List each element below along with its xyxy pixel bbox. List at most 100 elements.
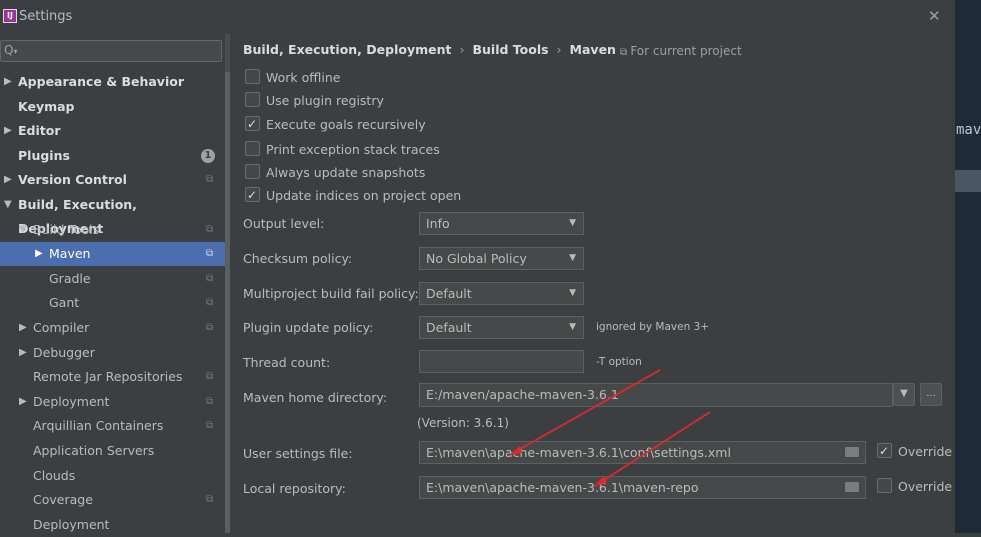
- maven-home-dropdown-button[interactable]: ▼: [893, 383, 915, 406]
- tree-item[interactable]: ▶ Version Control ⧉: [0, 168, 225, 192]
- breadcrumb-separator: ›: [459, 42, 465, 57]
- tree-item[interactable]: ▶ Appearance & Behavior: [0, 70, 225, 94]
- thread-count-label: Thread count:: [243, 355, 331, 370]
- breadcrumb-item: Maven: [569, 42, 616, 57]
- print-exception-stack-traces-checkbox[interactable]: Print exception stack traces: [245, 140, 440, 160]
- user-settings-override-checkbox[interactable]: Override: [877, 441, 952, 462]
- tree-item-label: Editor: [18, 123, 61, 139]
- tree-item[interactable]: Gant ⧉: [0, 291, 225, 315]
- app-icon: IJ: [3, 9, 17, 23]
- collapse-arrow-icon[interactable]: ▶: [4, 119, 12, 143]
- maven-home-label: Maven home directory:: [243, 390, 388, 405]
- checkbox-box[interactable]: [245, 141, 260, 156]
- tree-item[interactable]: ▶ Compiler ⧉: [0, 316, 225, 340]
- collapse-arrow-icon[interactable]: ▶: [19, 341, 27, 365]
- checkbox-box[interactable]: [245, 114, 260, 134]
- settings-sidebar: Q▾ ▶ Appearance & Behavior Keymap ▶ Editor Pl…: [0, 34, 225, 533]
- tree-item-label: Maven: [49, 246, 91, 262]
- background-window-strip: mav: [955, 0, 981, 533]
- checkbox-label: Work offline: [266, 70, 341, 85]
- tree-item-label: Gradle: [49, 270, 91, 286]
- local-repository-override-checkbox[interactable]: Override: [877, 477, 952, 497]
- checksum-policy-select[interactable]: No Global Policy ▼: [419, 247, 584, 270]
- user-settings-input[interactable]: E:\maven\apache-maven-3.6.1\conf\setting…: [419, 441, 866, 464]
- multiproject-policy-label: Multiproject build fail policy:: [243, 286, 419, 301]
- tree-item-label: Build Tools: [33, 221, 100, 237]
- chevron-down-icon: ▼: [569, 218, 576, 228]
- tree-item-label: Coverage: [33, 492, 93, 508]
- browse-button[interactable]: ...: [920, 383, 942, 406]
- collapse-arrow-icon[interactable]: ▶: [4, 168, 12, 192]
- checkbox-box[interactable]: [245, 164, 260, 179]
- input-value: E:\maven\apache-maven-3.6.1\maven-repo: [426, 480, 699, 495]
- collapse-arrow-icon[interactable]: ▶: [19, 390, 27, 414]
- tree-item-label: Keymap: [18, 98, 75, 114]
- tree-item-label: Deployment: [33, 393, 110, 409]
- checkbox-label: Update indices on project open: [266, 188, 462, 203]
- tree-item-label: Deployment: [33, 516, 110, 532]
- tree-item-label: Debugger: [33, 344, 95, 360]
- tree-item[interactable]: Arquillian Containers ⧉: [0, 414, 225, 438]
- tree-item[interactable]: Keymap: [0, 95, 225, 119]
- close-icon[interactable]: ✕: [928, 7, 941, 25]
- breadcrumb-item: Build Tools: [472, 42, 549, 57]
- tree-item[interactable]: ▶ Maven ⧉: [0, 242, 225, 267]
- maven-home-input[interactable]: E:/maven/apache-maven-3.6.1: [419, 383, 893, 407]
- folder-icon[interactable]: [845, 447, 859, 457]
- collapse-arrow-icon[interactable]: ▶: [19, 316, 27, 340]
- expand-arrow-icon[interactable]: ▼: [4, 193, 12, 217]
- tree-item[interactable]: ▶ Editor: [0, 119, 225, 143]
- tree-item-label: Clouds: [33, 467, 76, 483]
- tree-item[interactable]: Coverage ⧉: [0, 488, 225, 512]
- project-scope-icon: ⧉: [206, 322, 214, 333]
- checkbox-label: Always update snapshots: [266, 165, 426, 180]
- tree-item[interactable]: ▶ Debugger: [0, 341, 225, 365]
- chevron-down-icon: ▼: [569, 253, 576, 263]
- project-scope-icon: ⧉: [206, 223, 214, 235]
- local-repository-label: Local repository:: [243, 481, 346, 496]
- checkbox-box[interactable]: [245, 69, 260, 84]
- project-scope-icon: ⧉: [206, 174, 214, 186]
- checkbox-box[interactable]: [245, 92, 260, 107]
- expand-arrow-icon[interactable]: ▼: [19, 218, 27, 242]
- tree-item[interactable]: Application Servers: [0, 439, 225, 463]
- output-level-label: Output level:: [243, 216, 325, 231]
- checkbox-box[interactable]: [245, 185, 260, 205]
- project-scope-icon: ⧉: [206, 371, 214, 383]
- checkbox-label: Execute goals recursively: [266, 117, 426, 132]
- project-scope-icon: ⧉: [206, 272, 214, 284]
- tree-item[interactable]: ▶ Deployment ⧉: [0, 390, 225, 414]
- update-indices-checkbox[interactable]: Update indices on project open: [245, 185, 462, 206]
- work-offline-checkbox[interactable]: Work offline: [245, 68, 340, 88]
- search-input[interactable]: Q▾: [0, 40, 222, 62]
- title-bar: IJ Settings ✕: [0, 0, 955, 34]
- tree-item[interactable]: Remote Jar Repositories ⧉: [0, 365, 225, 389]
- multiproject-policy-select[interactable]: Default ▼: [419, 282, 584, 305]
- checkbox-box[interactable]: [877, 478, 892, 493]
- tree-item[interactable]: Gradle ⧉: [0, 267, 225, 291]
- local-repository-input[interactable]: E:\maven\apache-maven-3.6.1\maven-repo: [419, 476, 866, 499]
- tree-item[interactable]: Clouds: [0, 464, 225, 488]
- maven-version: (Version: 3.6.1): [417, 416, 509, 430]
- project-scope-icon: ⧉: [206, 297, 214, 309]
- thread-count-input[interactable]: [419, 350, 584, 373]
- breadcrumb-item: Build, Execution, Deployment: [243, 42, 452, 57]
- select-value: No Global Policy: [426, 251, 527, 266]
- tree-item[interactable]: ▼ Build Tools ⧉: [0, 218, 225, 242]
- plugin-update-policy-select[interactable]: Default ▼: [419, 316, 584, 339]
- breadcrumb: Build, Execution, Deployment › Build Tools…: [243, 42, 616, 57]
- tree-item-label: Plugins: [18, 147, 70, 163]
- tree-item[interactable]: Deployment: [0, 513, 225, 537]
- checkbox-box[interactable]: [877, 441, 892, 461]
- always-update-snapshots-checkbox[interactable]: Always update snapshots: [245, 163, 425, 183]
- output-level-select[interactable]: Info ▼: [419, 212, 584, 235]
- update-badge: 1: [201, 148, 215, 163]
- execute-goals-recursively-checkbox[interactable]: Execute goals recursively: [245, 114, 426, 135]
- plugin-update-policy-label: Plugin update policy:: [243, 320, 374, 335]
- tree-item[interactable]: Plugins 1: [0, 144, 225, 168]
- tree-item[interactable]: ▼ Build, Execution, Deployment: [0, 193, 225, 236]
- collapse-arrow-icon[interactable]: ▶: [35, 242, 43, 266]
- collapse-arrow-icon[interactable]: ▶: [4, 70, 12, 94]
- folder-icon[interactable]: [845, 482, 859, 492]
- use-plugin-registry-checkbox[interactable]: Use plugin registry: [245, 91, 384, 111]
